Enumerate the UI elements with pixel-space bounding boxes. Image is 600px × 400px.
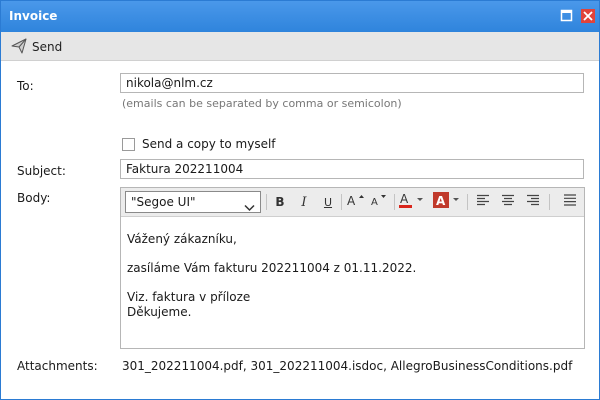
maximize-button[interactable] xyxy=(560,9,574,23)
align-right-button[interactable] xyxy=(525,193,541,211)
more-options-icon xyxy=(563,193,577,211)
align-left-button[interactable] xyxy=(475,193,491,211)
italic-button[interactable]: I xyxy=(296,193,312,211)
toolbar: Send xyxy=(1,32,599,61)
font-size-increase-button[interactable]: A xyxy=(346,193,366,211)
font-color-button[interactable]: A xyxy=(398,191,426,213)
font-color-icon: A xyxy=(398,191,426,213)
subject-label: Subject: xyxy=(17,164,66,178)
align-center-button[interactable] xyxy=(500,193,516,211)
toolbar-separator xyxy=(266,194,267,210)
to-label: To: xyxy=(17,79,34,93)
more-options-button[interactable] xyxy=(562,193,578,211)
svg-text:A: A xyxy=(400,192,409,206)
send-icon xyxy=(11,38,27,57)
underline-button[interactable]: U xyxy=(320,193,336,211)
font-family-value: "Segoe UI" xyxy=(131,195,196,209)
toolbar-separator xyxy=(341,194,342,210)
svg-text:A: A xyxy=(371,197,378,208)
to-input[interactable]: nikola@nlm.cz xyxy=(120,73,584,93)
body-editor[interactable]: "Segoe UI" B I U A A A A Vážený zákazník… xyxy=(120,187,585,349)
body-label: Body: xyxy=(17,191,51,205)
subject-input[interactable]: Faktura 202211004 xyxy=(120,159,584,179)
highlight-color-button[interactable]: A xyxy=(432,191,462,213)
bold-button[interactable]: B xyxy=(272,193,288,211)
editor-toolbar: "Segoe UI" B I U A A A A xyxy=(121,188,584,217)
body-line: Děkujeme. xyxy=(127,305,192,319)
toolbar-separator xyxy=(394,194,395,210)
send-label: Send xyxy=(32,40,63,54)
font-size-increase-icon: A xyxy=(346,192,366,212)
align-left-icon xyxy=(476,194,490,210)
font-size-decrease-icon: A xyxy=(370,192,390,212)
highlight-color-icon: A xyxy=(432,191,462,213)
body-line: zasíláme Vám fakturu 202211004 z 01.11.2… xyxy=(127,261,417,275)
send-copy-checkbox[interactable] xyxy=(122,137,135,151)
body-text[interactable]: Vážený zákazníku, zasíláme Vám fakturu 2… xyxy=(127,232,416,320)
copy-row: Send a copy to myself xyxy=(122,137,276,151)
send-copy-label: Send a copy to myself xyxy=(142,137,276,151)
font-family-select[interactable]: "Segoe UI" xyxy=(125,191,261,213)
align-center-icon xyxy=(501,194,515,210)
body-line: Viz. faktura v příloze xyxy=(127,290,251,304)
attachments-label: Attachments: xyxy=(17,359,98,373)
chevron-down-icon xyxy=(244,198,255,218)
svg-text:A: A xyxy=(436,194,446,208)
align-right-icon xyxy=(526,194,540,210)
title-bar: Invoice xyxy=(1,1,599,32)
attachments-list: 301_202211004.pdf, 301_202211004.isdoc, … xyxy=(122,359,573,373)
font-size-decrease-button[interactable]: A xyxy=(370,193,390,211)
invoice-window: Invoice Send To: nikola@nlm.cz (emails c… xyxy=(0,0,600,400)
toolbar-separator xyxy=(467,194,468,210)
close-button[interactable] xyxy=(581,9,595,23)
svg-text:A: A xyxy=(347,194,356,208)
window-title: Invoice xyxy=(9,9,58,23)
send-button[interactable]: Send xyxy=(11,38,62,56)
body-line: Vážený zákazníku, xyxy=(127,232,237,246)
toolbar-separator xyxy=(549,194,550,210)
to-hint: (emails can be separated by comma or sem… xyxy=(122,97,402,110)
maximize-icon xyxy=(560,9,574,26)
